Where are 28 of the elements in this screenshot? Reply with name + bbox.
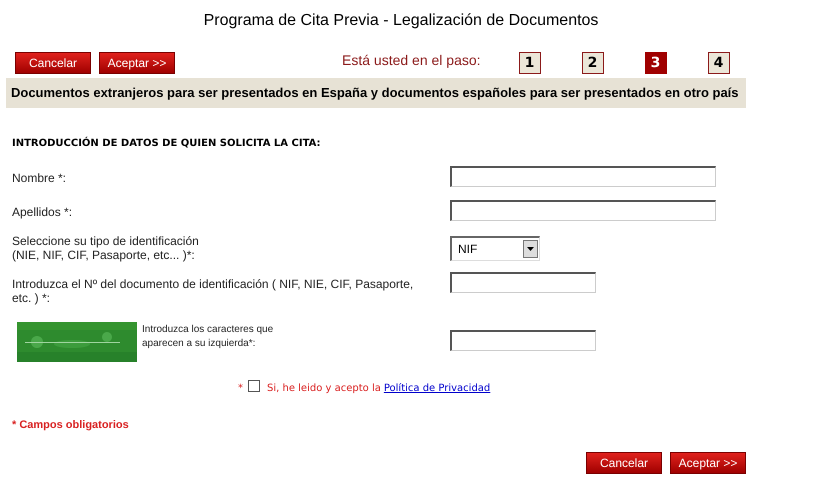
field-label: Introduzca el Nº del documento de identificación ( NIF, NIE, CIF, Pasaporte, etc. ) *: bbox=[12, 277, 414, 305]
step-indicator: 3 bbox=[644, 52, 667, 74]
field-label: Introduzca los caracteres que aparecen a su izquierda*: bbox=[142, 323, 274, 351]
field-label: Apellidos *: bbox=[12, 205, 74, 219]
page-title: Programa de Cita Previa - Legalización de Documentos bbox=[204, 12, 598, 29]
cancel-button[interactable]: Cancelar bbox=[15, 52, 91, 74]
accept-button[interactable]: Aceptar >> bbox=[99, 52, 175, 74]
field-label: Nombre *: bbox=[12, 171, 68, 185]
accept-button[interactable]: Aceptar >> bbox=[670, 452, 746, 474]
step-indicator: 2 bbox=[582, 52, 604, 74]
step-label: Está usted en el paso: bbox=[342, 50, 481, 70]
input-field[interactable] bbox=[450, 166, 716, 187]
step-indicator: 4 bbox=[708, 52, 730, 74]
field-label: Seleccione su tipo de identificación (NIE, NIF, CIF, Pasaporte, etc... )*: bbox=[12, 234, 200, 262]
privacy-policy-link[interactable]: Política de Privacidad bbox=[384, 380, 490, 396]
step-indicator: 1 bbox=[518, 52, 541, 74]
consent-text: Si, he leido y acepto la bbox=[267, 382, 381, 396]
section-title: INTRODUCCIÓN DE DATOS DE QUIEN SOLICITA LA CITA: bbox=[12, 138, 321, 149]
privacy-checkbox[interactable] bbox=[248, 380, 260, 392]
id-type-dropdown[interactable]: NIF bbox=[450, 236, 540, 261]
banner-text: Documentos extranjeros para ser presentados en España y documentos españoles para ser presentados en otro país bbox=[11, 84, 739, 102]
input-field[interactable] bbox=[450, 330, 596, 351]
input-field[interactable] bbox=[450, 200, 716, 221]
caret-icon bbox=[527, 247, 534, 251]
cancel-button[interactable]: Cancelar bbox=[586, 452, 662, 474]
required-mark: * bbox=[238, 382, 243, 396]
required-note: * Campos obligatorios bbox=[12, 419, 129, 431]
input-field[interactable] bbox=[450, 272, 596, 293]
